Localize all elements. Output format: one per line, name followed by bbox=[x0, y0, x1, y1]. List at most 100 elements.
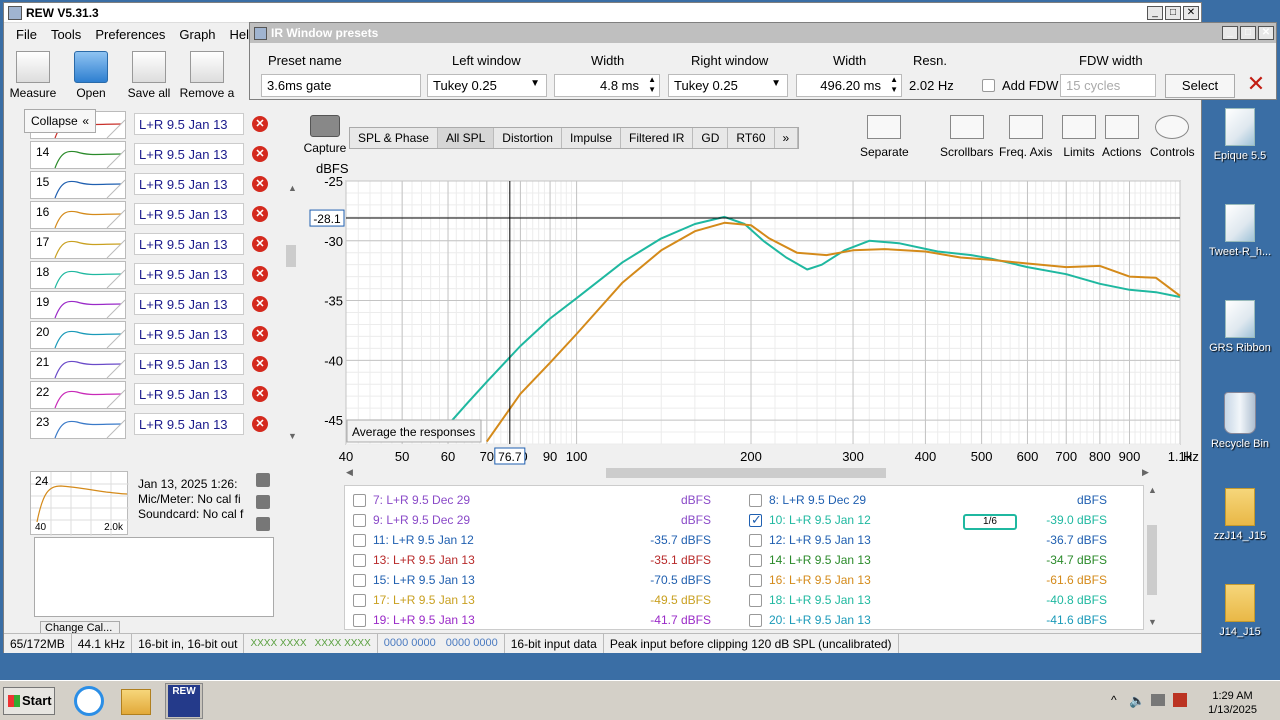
desktop-icon-grs-ribbon[interactable]: GRS Ribbon bbox=[1200, 300, 1280, 354]
measurement-checkbox[interactable] bbox=[749, 534, 762, 547]
measurement-name-input[interactable]: L+R 9.5 Jan 13 bbox=[134, 263, 244, 285]
remove-measurement-icon[interactable]: ✕ bbox=[252, 236, 268, 252]
remove-measurement-icon[interactable]: ✕ bbox=[252, 326, 268, 342]
measurement-table-row[interactable]: 10: L+R 9.5 Jan 12 -39.0 dBFS bbox=[741, 510, 1141, 530]
remove-measurement-icon[interactable]: ✕ bbox=[252, 416, 268, 432]
tab-all-spl[interactable]: All SPL bbox=[437, 128, 495, 148]
tab-spl-phase[interactable]: SPL & Phase bbox=[350, 128, 438, 148]
actions-button[interactable]: Actions bbox=[1102, 115, 1141, 159]
measurement-checkbox[interactable] bbox=[749, 554, 762, 567]
select-button[interactable]: Select bbox=[1165, 74, 1235, 98]
measurement-thumbnail[interactable]: 18 bbox=[30, 261, 126, 289]
rew-taskbar-button[interactable]: REW bbox=[165, 683, 203, 719]
title-bar[interactable]: REW V5.31.3 _ □ ✕ bbox=[4, 3, 1201, 23]
table-scrollbar[interactable]: ▲ ▼ bbox=[1146, 485, 1158, 630]
measurement-table-row[interactable]: 12: L+R 9.5 Jan 13 -36.7 dBFS bbox=[741, 530, 1141, 550]
measure-button[interactable]: Measure bbox=[4, 47, 62, 107]
spinner-arrows-icon[interactable]: ▲ ▼ bbox=[648, 75, 656, 95]
notes-icon[interactable] bbox=[256, 517, 270, 531]
menu-tools[interactable]: Tools bbox=[45, 27, 89, 42]
measurement-name-input[interactable]: L+R 9.5 Jan 13 bbox=[134, 323, 244, 345]
measurement-name-input[interactable]: L+R 9.5 Jan 13 bbox=[134, 353, 244, 375]
tab-gd[interactable]: GD bbox=[693, 128, 729, 148]
network-icon[interactable] bbox=[1151, 694, 1165, 706]
selected-measurement[interactable]: 24 40 2.0k Jan 13, 2025 1:26: Mic/Meter:… bbox=[30, 471, 274, 635]
remove-measurement-icon[interactable]: ✕ bbox=[252, 116, 268, 132]
remove-measurement-icon[interactable]: ✕ bbox=[252, 176, 268, 192]
remove-all-button[interactable]: Remove a bbox=[178, 47, 236, 107]
measurement-row[interactable]: 16 L+R 9.5 Jan 13 ✕ bbox=[30, 201, 272, 229]
left-window-select[interactable]: Tukey 0.25 ▼ bbox=[427, 74, 547, 97]
desktop-icon-recycle-bin[interactable]: Recycle Bin bbox=[1200, 392, 1280, 450]
measurement-checkbox[interactable] bbox=[749, 494, 762, 507]
remove-measurement-icon[interactable]: ✕ bbox=[252, 206, 268, 222]
measurement-row[interactable]: 18 L+R 9.5 Jan 13 ✕ bbox=[30, 261, 272, 289]
fdw-cycles-spinner[interactable]: 15 cycles bbox=[1060, 74, 1156, 97]
freq-axis-button[interactable]: Freq. Axis bbox=[999, 115, 1052, 159]
scroll-thumb[interactable] bbox=[1147, 525, 1157, 595]
measurement-checkbox[interactable] bbox=[353, 614, 366, 627]
menu-preferences[interactable]: Preferences bbox=[89, 27, 173, 42]
desktop-icon-tweet[interactable]: Tweet-R_h... bbox=[1200, 204, 1280, 258]
measurement-row[interactable]: 19 L+R 9.5 Jan 13 ✕ bbox=[30, 291, 272, 319]
measurement-thumbnail[interactable]: 14 bbox=[30, 141, 126, 169]
limits-button[interactable]: Limits bbox=[1062, 115, 1096, 159]
dialog-title-bar[interactable]: IR Window presets _ □ ✕ bbox=[250, 23, 1276, 43]
measurement-table-row[interactable]: 18: L+R 9.5 Jan 13 -40.8 dBFS bbox=[741, 590, 1141, 610]
measurement-thumbnail[interactable]: 23 bbox=[30, 411, 126, 439]
save-icon[interactable] bbox=[256, 473, 270, 487]
desktop-icon-j14[interactable]: J14_J15 bbox=[1200, 584, 1280, 638]
controls-button[interactable]: Controls bbox=[1150, 115, 1195, 159]
scroll-thumb[interactable] bbox=[286, 245, 296, 267]
measurement-thumbnail[interactable]: 19 bbox=[30, 291, 126, 319]
menu-file[interactable]: File bbox=[10, 27, 45, 42]
scroll-up-arrow[interactable]: ▲ bbox=[288, 183, 297, 193]
scroll-down-arrow[interactable]: ▼ bbox=[1148, 617, 1157, 627]
maximize-button[interactable]: □ bbox=[1240, 26, 1256, 40]
graph-horizontal-scrollbar[interactable]: ◀ ▶ bbox=[344, 467, 1154, 479]
collapse-button[interactable]: Collapse « bbox=[24, 109, 96, 133]
scroll-right-arrow[interactable]: ▶ bbox=[1142, 467, 1149, 478]
measurement-checkbox[interactable] bbox=[353, 594, 366, 607]
measurement-row[interactable]: 22 L+R 9.5 Jan 13 ✕ bbox=[30, 381, 272, 409]
start-button[interactable]: Start bbox=[3, 687, 55, 715]
measurement-name-input[interactable]: L+R 9.5 Jan 13 bbox=[134, 173, 244, 195]
measurement-checkbox[interactable] bbox=[749, 594, 762, 607]
measurement-name-input[interactable]: L+R 9.5 Jan 13 bbox=[134, 383, 244, 405]
measurement-table-row[interactable]: 11: L+R 9.5 Jan 12 -35.7 dBFS bbox=[345, 530, 745, 550]
open-button[interactable]: Open bbox=[62, 47, 120, 107]
explorer-taskbar-button[interactable] bbox=[117, 683, 155, 719]
remove-measurement-icon[interactable]: ✕ bbox=[252, 356, 268, 372]
spinner-arrows-icon[interactable]: ▲ ▼ bbox=[890, 75, 898, 95]
close-button[interactable]: ✕ bbox=[1183, 6, 1199, 20]
measurement-name-input[interactable]: L+R 9.5 Jan 13 bbox=[134, 203, 244, 225]
measurement-thumbnail[interactable]: 15 bbox=[30, 171, 126, 199]
scroll-left-arrow[interactable]: ◀ bbox=[346, 467, 353, 478]
desktop-icon-epique[interactable]: Epique 5.5 bbox=[1200, 108, 1280, 162]
measurement-checkbox[interactable] bbox=[749, 574, 762, 587]
remove-measurement-icon[interactable]: ✕ bbox=[252, 296, 268, 312]
measurement-table-row[interactable]: 17: L+R 9.5 Jan 13 -49.5 dBFS bbox=[345, 590, 745, 610]
remove-measurement-icon[interactable]: ✕ bbox=[252, 266, 268, 282]
measurement-table-row[interactable]: 19: L+R 9.5 Jan 13 -41.7 dBFS bbox=[345, 610, 745, 629]
measurement-table-row[interactable]: 13: L+R 9.5 Jan 13 -35.1 dBFS bbox=[345, 550, 745, 570]
clock[interactable]: 1:29 AM 1/13/2025 bbox=[1208, 689, 1257, 717]
maximize-button[interactable]: □ bbox=[1165, 6, 1181, 20]
tab-filtered-ir[interactable]: Filtered IR bbox=[621, 128, 694, 148]
scroll-thumb[interactable] bbox=[606, 468, 886, 478]
measurement-row[interactable]: 21 L+R 9.5 Jan 13 ✕ bbox=[30, 351, 272, 379]
preset-name-input[interactable]: 3.6ms gate bbox=[261, 74, 421, 97]
measurement-checkbox[interactable] bbox=[353, 554, 366, 567]
measurement-table-row[interactable]: 14: L+R 9.5 Jan 13 -34.7 dBFS bbox=[741, 550, 1141, 570]
measurement-table-row[interactable]: 7: L+R 9.5 Dec 29 dBFS bbox=[345, 490, 745, 510]
measurement-row[interactable]: 20 L+R 9.5 Jan 13 ✕ bbox=[30, 321, 272, 349]
measurement-checkbox[interactable] bbox=[749, 614, 762, 627]
measurement-row[interactable]: 14 L+R 9.5 Jan 13 ✕ bbox=[30, 141, 272, 169]
measurement-table-row[interactable]: 16: L+R 9.5 Jan 13 -61.6 dBFS bbox=[741, 570, 1141, 590]
measurement-checkbox[interactable] bbox=[353, 514, 366, 527]
remove-measurement-icon[interactable]: ✕ bbox=[252, 386, 268, 402]
tab-distortion[interactable]: Distortion bbox=[494, 128, 562, 148]
measurement-notes[interactable] bbox=[34, 537, 274, 617]
minimize-button[interactable]: _ bbox=[1147, 6, 1163, 20]
measurement-checkbox[interactable] bbox=[353, 574, 366, 587]
